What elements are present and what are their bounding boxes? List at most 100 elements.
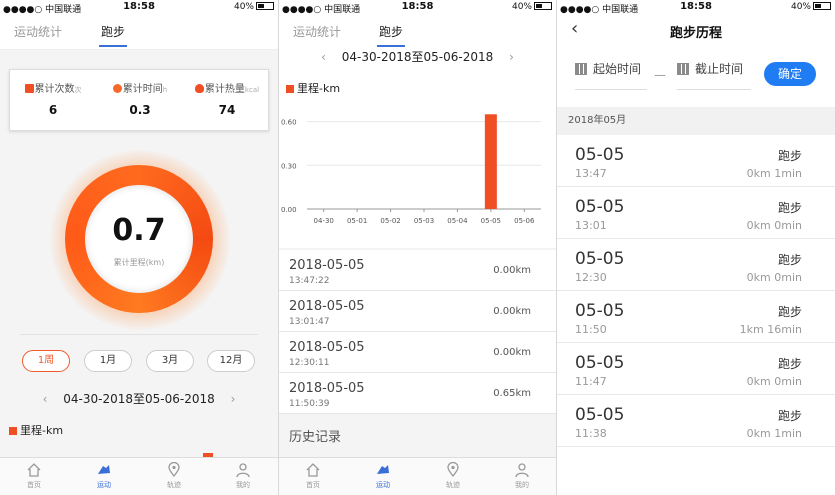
stat-calories: 累计热量kcal 74	[184, 80, 270, 117]
history-row[interactable]: 05-05 13:01 跑步 0km 0min	[557, 187, 835, 239]
nav-home[interactable]: 首页	[12, 462, 56, 490]
history-date: 05-05	[575, 353, 625, 373]
nav-home-label: 首页	[306, 481, 320, 489]
record-distance: 0.00km	[493, 347, 531, 358]
history-row[interactable]: 05-05 11:50 跑步 1km 16min	[557, 291, 835, 343]
history-row[interactable]: 05-05 11:47 跑步 0km 0min	[557, 343, 835, 395]
stat-time: 累计时间h 0.3	[97, 80, 183, 117]
history-kind: 跑步	[777, 409, 802, 423]
y-tick-label: 0.30	[281, 162, 297, 170]
nav-track[interactable]: 轨迹	[431, 462, 475, 490]
record-row[interactable]: 2018-05-05 12:30:11 0.00km	[279, 332, 556, 373]
battery-icon	[256, 2, 274, 10]
confirm-button[interactable]: 确定	[764, 62, 816, 86]
record-date: 2018-05-05	[289, 340, 365, 355]
history-date: 05-05	[575, 145, 625, 165]
period-12month-button[interactable]: 12月	[207, 350, 255, 372]
period-1week-button[interactable]: 1周	[22, 350, 70, 372]
status-bar: ●●●●○ 中国联通 18:58 40%	[279, 0, 556, 16]
stat-count-value: 6	[48, 103, 58, 117]
x-tick-label: 05-06	[514, 217, 535, 225]
nav-sport[interactable]: 运动	[361, 462, 405, 490]
count-icon	[24, 84, 34, 93]
record-date: 2018-05-05	[289, 299, 365, 314]
history-row[interactable]: 05-05 13:47 跑步 0km 1min	[557, 135, 835, 187]
history-value: 0km 0min	[746, 271, 802, 284]
history-row[interactable]: 05-05 12:30 跑步 0km 0min	[557, 239, 835, 291]
record-distance: 0.00km	[493, 306, 531, 317]
record-time: 13:01:47	[289, 317, 330, 327]
record-row[interactable]: 2018-05-05 11:50:39 0.65km	[279, 373, 556, 414]
run-icon	[98, 465, 110, 474]
person-icon	[236, 463, 250, 478]
nav-me[interactable]: 我的	[221, 462, 265, 490]
period-1month-button[interactable]: 1月	[84, 350, 132, 372]
legend-swatch	[286, 85, 294, 93]
date-range-text: 04-30-2018至05-06-2018	[63, 392, 215, 406]
history-time: 13:47	[575, 167, 607, 180]
range-dash: —	[654, 68, 666, 82]
record-date: 2018-05-05	[289, 258, 365, 273]
history-list: 05-05 13:47 跑步 0km 1min 05-05 13:01 跑步 0…	[557, 135, 835, 447]
prev-week-icon[interactable]: ‹	[321, 50, 326, 64]
next-week-icon[interactable]: ›	[509, 50, 514, 64]
top-tabs: 运动统计 跑步	[0, 16, 278, 50]
calendar-icon	[575, 63, 587, 75]
nav-track[interactable]: 轨迹	[152, 462, 196, 490]
history-kind: 跑步	[777, 201, 802, 215]
history-title[interactable]: 历史记录	[289, 426, 341, 445]
history-time: 12:30	[575, 271, 607, 284]
legend-text: 里程-km	[297, 82, 341, 95]
end-time-field[interactable]: 截止时间	[677, 60, 751, 90]
record-row[interactable]: 2018-05-05 13:47:22 0.00km	[279, 250, 556, 291]
person-icon	[515, 463, 529, 478]
stat-count-label: 累计次数次	[10, 80, 96, 95]
x-tick-label: 05-03	[414, 217, 434, 225]
record-time: 13:47:22	[289, 276, 330, 286]
nav-me-label: 我的	[236, 481, 250, 489]
period-3month-button[interactable]: 3月	[146, 350, 194, 372]
status-bar: ●●●●○ 中国联通 18:58 40%	[0, 0, 278, 16]
y-tick-label: 0.60	[281, 119, 297, 127]
stat-calories-value: 74	[218, 103, 236, 117]
stat-time-unit: h	[162, 86, 168, 94]
battery-percent: 40%	[233, 2, 254, 12]
battery-indicator: 40%	[234, 2, 274, 12]
x-tick-label: 05-04	[447, 217, 468, 225]
history-kind: 跑步	[777, 253, 802, 267]
history-value: 0km 0min	[746, 219, 802, 232]
run-icon	[377, 465, 389, 474]
history-kind: 跑步	[777, 305, 802, 319]
total-distance-value: 0.7	[112, 213, 166, 248]
start-time-field[interactable]: 起始时间	[575, 60, 647, 90]
legend-text: 里程-km	[20, 424, 64, 437]
x-tick-label: 04-30	[314, 217, 334, 225]
tab-sport-stats[interactable]: 运动统计	[293, 23, 341, 40]
history-date: 05-05	[575, 249, 625, 269]
start-time-label: 起始时间	[593, 62, 642, 76]
record-row[interactable]: 2018-05-05 13:01:47 0.00km	[279, 291, 556, 332]
x-tick-label: 05-01	[347, 217, 367, 225]
next-week-icon[interactable]: ›	[231, 392, 236, 406]
legend-swatch	[9, 427, 17, 435]
prev-week-icon[interactable]: ‹	[43, 392, 48, 406]
history-time: 11:47	[575, 375, 607, 388]
summary-card: 累计次数次 6 累计时间h 0.3 累计热量kcal 74	[9, 69, 269, 131]
screen-sport-stats: ●●●●○ 中国联通 18:58 40% 运动统计 跑步 累计次数次 6 累计时…	[0, 0, 278, 495]
tab-running[interactable]: 跑步	[376, 23, 406, 47]
tab-sport-stats[interactable]: 运动统计	[14, 23, 62, 40]
battery-percent: 40%	[790, 2, 811, 12]
home-icon	[27, 463, 41, 477]
nav-home[interactable]: 首页	[291, 462, 335, 490]
nav-me[interactable]: 我的	[500, 462, 544, 490]
total-distance-label: 累计里程(km)	[113, 258, 165, 267]
nav-sport[interactable]: 运动	[82, 462, 126, 490]
screen-running-history: ●●●●○ 中国联通 18:58 40% ‹ 跑步历程 起始时间 — 截止时间 …	[557, 0, 835, 495]
record-list: 2018-05-05 13:47:22 0.00km 2018-05-05 13…	[279, 250, 556, 414]
history-row[interactable]: 05-05 11:38 跑步 0km 1min	[557, 395, 835, 447]
x-tick-label: 05-02	[380, 217, 400, 225]
chart-legend: 里程-km	[286, 80, 340, 96]
history-value: 1km 16min	[739, 323, 802, 336]
battery-icon	[813, 2, 831, 10]
tab-running[interactable]: 跑步	[98, 23, 128, 47]
